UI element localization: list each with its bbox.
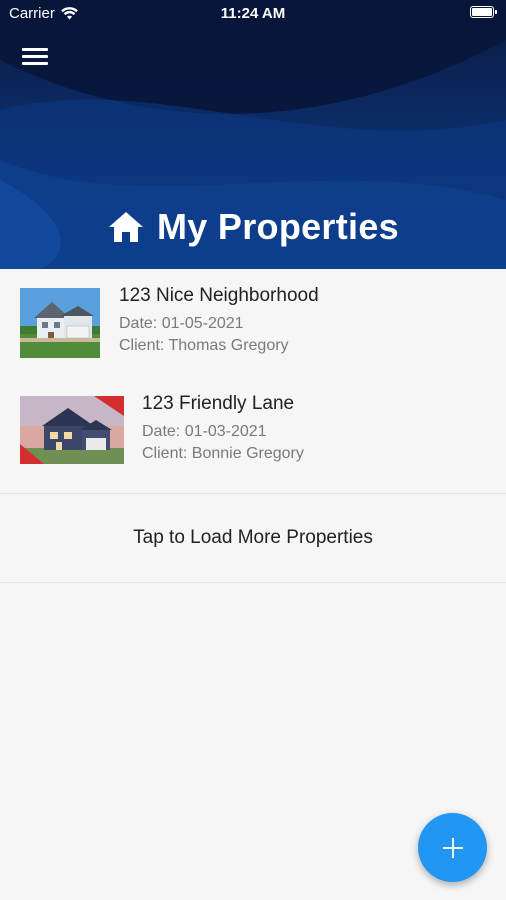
property-list: 123 Nice Neighborhood Date: 01-05-2021 C… [0,269,506,485]
property-info: 123 Friendly Lane Date: 01-03-2021 Clien… [142,393,304,465]
property-name: 123 Friendly Lane [142,393,295,414]
status-bar: Carrier 11:24 AM [0,0,506,28]
hamburger-menu-icon[interactable] [22,48,48,70]
property-date: Date: 01-03-2021 [142,423,267,440]
load-more-button[interactable]: Tap to Load More Properties [0,493,506,583]
property-client: Client: Bonnie Gregory [142,445,304,462]
property-info: 123 Nice Neighborhood Date: 01-05-2021 C… [119,285,319,357]
property-row[interactable]: 123 Nice Neighborhood Date: 01-05-2021 C… [0,269,506,377]
property-row[interactable]: 123 Friendly Lane Date: 01-03-2021 Clien… [0,377,506,485]
plus-icon [442,837,463,858]
header-banner: Carrier 11:24 AM My Properties [0,0,506,269]
property-client: Client: Thomas Gregory [119,337,289,354]
property-thumbnail [20,288,100,358]
home-icon [109,212,143,242]
add-property-button[interactable] [418,813,487,882]
battery-icon [470,6,497,18]
property-date: Date: 01-05-2021 [119,315,244,332]
page-title-group: My Properties [0,206,506,248]
page-title: My Properties [157,206,399,247]
status-time: 11:24 AM [220,5,286,22]
property-thumbnail [20,396,124,464]
property-name: 123 Nice Neighborhood [119,285,319,306]
